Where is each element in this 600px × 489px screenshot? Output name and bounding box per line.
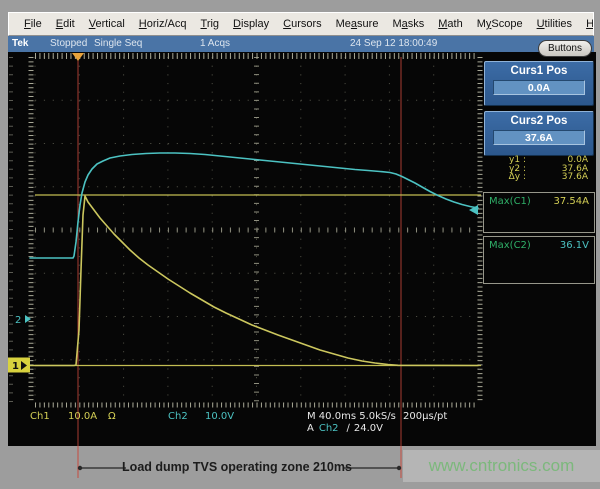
timebase-readout: M 40.0ms 5.0kS/s (307, 411, 396, 422)
cursor-dy-label: Δy : (484, 173, 526, 182)
cursor-dy-row: Δy : 37.6A (484, 173, 594, 182)
annotation-text: Load dump TVS operating zone 210ms (122, 460, 352, 474)
curs2-pos-value[interactable]: 37.6A (493, 130, 585, 145)
measurement-max-c1: Max(C1) 37.54A (483, 192, 595, 233)
ch1-coupling: Ω (108, 411, 116, 422)
curs1-pos-title: Curs1 Pos (485, 62, 593, 77)
ch2-label: Ch2 (168, 411, 188, 422)
trigger-readout: A Ch2 ∕ 24.0V (307, 423, 383, 434)
curs2-pos-title: Curs2 Pos (485, 112, 593, 127)
annotation-dot-right (397, 466, 401, 470)
readout-bar: Ch1 10.0A Ω Ch2 10.0V M 40.0ms 5.0kS/s 2… (8, 408, 592, 446)
max-c1-value: 37.54A (554, 196, 589, 207)
trigger-slope-icon: ∕ (347, 423, 350, 434)
ch1-scale: 10.0A (68, 411, 97, 422)
cursor-readout: y1 : 0.0A y2 : 37.6A Δy : 37.6A (484, 156, 594, 182)
resolution-readout: 200µs/pt (403, 411, 447, 422)
curs1-pos-control[interactable]: Curs1 Pos 0.0A (484, 61, 594, 106)
oscilloscope-window: FileEditVerticalHoriz/AcqTrigDisplayCurs… (0, 0, 600, 489)
max-c1-label: Max(C1) (489, 196, 531, 207)
trigger-source: Ch2 (319, 423, 339, 434)
trigger-level: 24.0V (354, 423, 383, 434)
watermark: www.cntronics.com (403, 450, 600, 482)
cursor-dy-value: 37.6A (526, 173, 594, 182)
trigger-prefix: A (307, 423, 314, 434)
buttons-button[interactable]: Buttons (538, 40, 592, 57)
ch1-label: Ch1 (30, 411, 50, 422)
max-c2-value: 36.1V (560, 240, 589, 251)
ch1-marker-label: 1 (12, 361, 19, 372)
measurement-max-c2: Max(C2) 36.1V (483, 236, 595, 284)
curs1-pos-value[interactable]: 0.0A (493, 80, 585, 95)
curs2-pos-control[interactable]: Curs2 Pos 37.6A (484, 111, 594, 156)
ch2-scale: 10.0V (205, 411, 234, 422)
max-c2-label: Max(C2) (489, 240, 531, 251)
ch2-marker-label: 2 (15, 315, 21, 326)
trigger-position-marker[interactable] (72, 53, 84, 61)
annotation-dot-left (78, 466, 82, 470)
